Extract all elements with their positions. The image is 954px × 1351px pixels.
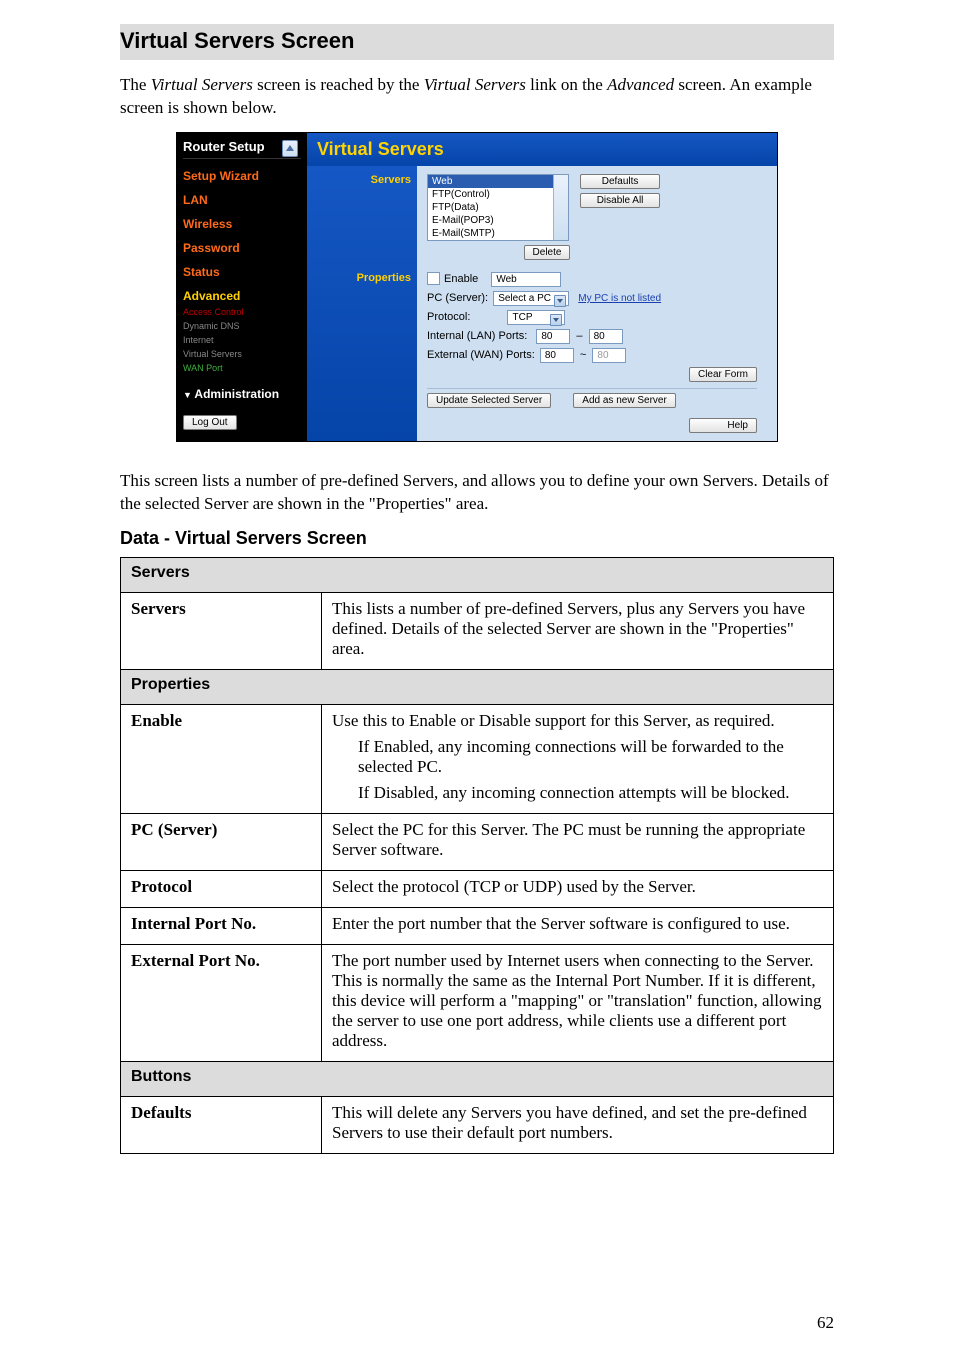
table-category-buttons: Buttons xyxy=(121,1061,834,1096)
intro-text2: screen is reached by the xyxy=(253,75,424,94)
servers-list-selected: Web xyxy=(428,175,568,188)
scroll-up-icon xyxy=(282,140,298,157)
row-enable-sub2: If Disabled, any incoming connection att… xyxy=(358,783,823,803)
nav-wireless: Wireless xyxy=(183,217,301,231)
delete-button: Delete xyxy=(524,245,571,260)
nav-virtual-servers: Virtual Servers xyxy=(183,349,301,359)
row-protocol-desc: Select the protocol (TCP or UDP) used by… xyxy=(322,870,834,907)
nav-wan-port: WAN Port xyxy=(183,363,301,373)
servers-list-item: FTP(Control) xyxy=(428,188,568,201)
help-button: Help xyxy=(689,418,757,433)
intro-paragraph: The Virtual Servers screen is reached by… xyxy=(120,74,834,120)
protocol-label: Protocol: xyxy=(427,311,470,323)
row-servers-desc: This lists a number of pre-defined Serve… xyxy=(322,592,834,669)
row-enable-main: Use this to Enable or Disable support fo… xyxy=(332,711,823,731)
row-defaults-desc: This will delete any Servers you have de… xyxy=(322,1096,834,1153)
intro-em2: Virtual Servers xyxy=(424,75,526,94)
nav-administration: Administration xyxy=(183,387,301,401)
nav-administration-label: Administration xyxy=(194,387,279,401)
panel-title: Virtual Servers xyxy=(307,133,777,166)
row-external-port-key: External Port No. xyxy=(121,944,322,1061)
intro-em1: Virtual Servers xyxy=(151,75,253,94)
external-port-a-input: 80 xyxy=(540,348,574,363)
update-server-button: Update Selected Server xyxy=(427,393,551,408)
nav-access-control: Access Control xyxy=(183,307,301,317)
data-table-heading: Data - Virtual Servers Screen xyxy=(120,528,834,549)
defaults-button: Defaults xyxy=(580,174,660,189)
row-protocol-key: Protocol xyxy=(121,870,322,907)
servers-label: Servers xyxy=(313,174,411,186)
intro-em3: Advanced xyxy=(607,75,674,94)
intro-text3: link on the xyxy=(526,75,607,94)
nav-lan: LAN xyxy=(183,193,301,207)
intro-text: The xyxy=(120,75,151,94)
nav-setup-wizard: Setup Wizard xyxy=(183,169,301,183)
after-shot-paragraph: This screen lists a number of pre-define… xyxy=(120,470,834,516)
disable-all-button: Disable All xyxy=(580,193,660,208)
enable-name-input: Web xyxy=(491,272,561,287)
internal-ports-label: Internal (LAN) Ports: xyxy=(427,330,527,342)
internal-port-a-input: 80 xyxy=(536,329,570,344)
servers-list-item: E-Mail(POP3) xyxy=(428,214,568,227)
servers-list-item: E-Mail(SMTP) xyxy=(428,227,568,240)
row-enable-key: Enable xyxy=(121,704,322,813)
external-ports-label: External (WAN) Ports: xyxy=(427,349,535,361)
my-pc-not-listed-link: My PC is not listed xyxy=(578,293,661,304)
nav-advanced: Advanced xyxy=(183,289,301,303)
row-external-port-desc: The port number used by Internet users w… xyxy=(322,944,834,1061)
row-pc-server-key: PC (Server) xyxy=(121,813,322,870)
servers-listbox: Web FTP(Control) FTP(Data) E-Mail(POP3) … xyxy=(427,174,569,241)
row-defaults-key: Defaults xyxy=(121,1096,322,1153)
nav-password: Password xyxy=(183,241,301,255)
row-servers-key: Servers xyxy=(121,592,322,669)
listbox-scrollbar-icon xyxy=(553,175,568,240)
data-table: Servers Servers This lists a number of p… xyxy=(120,557,834,1154)
port-range-separator: ~ xyxy=(577,349,589,361)
clear-form-button: Clear Form xyxy=(689,367,757,382)
nav-dynamic-dns: Dynamic DNS xyxy=(183,321,301,331)
screenshot-figure: Router Setup Setup Wizard LAN Wireless P… xyxy=(120,132,834,442)
properties-label: Properties xyxy=(313,272,411,284)
pc-server-label: PC (Server): xyxy=(427,292,488,304)
row-internal-port-desc: Enter the port number that the Server so… xyxy=(322,907,834,944)
row-pc-server-desc: Select the PC for this Server. The PC mu… xyxy=(322,813,834,870)
row-enable-sub1: If Enabled, any incoming connections wil… xyxy=(358,737,823,777)
enable-checkbox xyxy=(427,272,440,285)
row-enable-desc: Use this to Enable or Disable support fo… xyxy=(322,704,834,813)
internal-port-b-input: 80 xyxy=(589,329,623,344)
servers-list-item: FTP(Data) xyxy=(428,201,568,214)
page-number: 62 xyxy=(817,1313,834,1333)
router-setup-title: Router Setup xyxy=(183,137,301,159)
nav-status: Status xyxy=(183,265,301,279)
add-server-button: Add as new Server xyxy=(573,393,676,408)
table-category-properties: Properties xyxy=(121,669,834,704)
pc-server-select: Select a PC xyxy=(493,291,569,306)
router-setup-label: Router Setup xyxy=(183,139,265,154)
protocol-select: TCP xyxy=(507,310,565,325)
port-range-separator: – xyxy=(573,330,585,342)
table-category-servers: Servers xyxy=(121,557,834,592)
nav-internet: Internet xyxy=(183,335,301,345)
logout-button: Log Out xyxy=(183,415,237,430)
section-heading: Virtual Servers Screen xyxy=(120,24,834,60)
row-internal-port-key: Internal Port No. xyxy=(121,907,322,944)
external-port-b-input: 80 xyxy=(592,348,626,363)
enable-label: Enable xyxy=(444,273,478,285)
